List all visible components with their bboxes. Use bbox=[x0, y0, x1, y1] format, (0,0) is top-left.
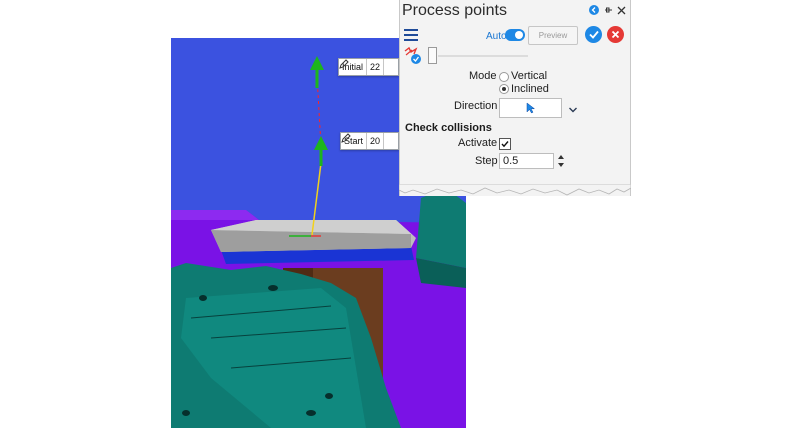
cursor-pick-icon bbox=[526, 102, 536, 114]
step-label: Step bbox=[475, 155, 498, 167]
radio-vertical[interactable] bbox=[499, 72, 509, 82]
initial-arrow bbox=[310, 56, 324, 88]
mode-label: Mode bbox=[469, 70, 497, 82]
ok-button[interactable] bbox=[585, 26, 602, 43]
menu-icon[interactable] bbox=[404, 29, 418, 41]
close-icon bbox=[611, 30, 620, 39]
spin-down-icon bbox=[558, 163, 564, 167]
start-dimension-tag[interactable]: Start 20 bbox=[340, 132, 400, 150]
radio-vertical-label[interactable]: Vertical bbox=[511, 70, 547, 82]
purple-part-top bbox=[171, 210, 259, 220]
slider-thumb[interactable] bbox=[428, 47, 437, 64]
initial-dimension-tag[interactable]: Initial 22 bbox=[338, 58, 400, 76]
check-icon bbox=[588, 30, 599, 39]
chevron-down-icon[interactable] bbox=[568, 101, 578, 119]
start-arrow bbox=[314, 136, 328, 166]
direction-label: Direction bbox=[454, 100, 498, 112]
preview-button[interactable]: Preview bbox=[528, 26, 578, 45]
direction-field[interactable] bbox=[499, 98, 562, 118]
activate-checkbox[interactable] bbox=[499, 138, 511, 150]
pin-icon[interactable] bbox=[603, 5, 613, 15]
check-collisions-heading: Check collisions bbox=[405, 122, 492, 134]
slider-track[interactable] bbox=[438, 55, 528, 57]
pencil-icon[interactable] bbox=[341, 133, 398, 149]
activate-label: Activate bbox=[458, 137, 498, 149]
radio-inclined[interactable] bbox=[499, 84, 509, 94]
back-icon[interactable] bbox=[589, 5, 599, 15]
spin-up-icon bbox=[558, 155, 564, 159]
pencil-icon[interactable] bbox=[339, 59, 398, 75]
panel-title: Process points bbox=[402, 2, 507, 19]
close-icon[interactable] bbox=[617, 6, 626, 15]
green-column-right bbox=[416, 188, 466, 268]
auto-label: Auto bbox=[486, 31, 507, 42]
torn-edge bbox=[399, 184, 631, 196]
collision-warning-icon bbox=[403, 46, 423, 66]
start-tag-value[interactable]: 20 bbox=[367, 133, 385, 149]
cancel-button[interactable] bbox=[607, 26, 624, 43]
initial-tag-value[interactable]: 22 bbox=[367, 59, 385, 75]
check-icon bbox=[501, 141, 509, 148]
radio-inclined-label[interactable]: Inclined bbox=[511, 83, 549, 95]
auto-toggle[interactable] bbox=[505, 29, 525, 41]
step-spinner[interactable] bbox=[557, 153, 565, 169]
step-input[interactable]: 0.5 bbox=[499, 153, 554, 169]
